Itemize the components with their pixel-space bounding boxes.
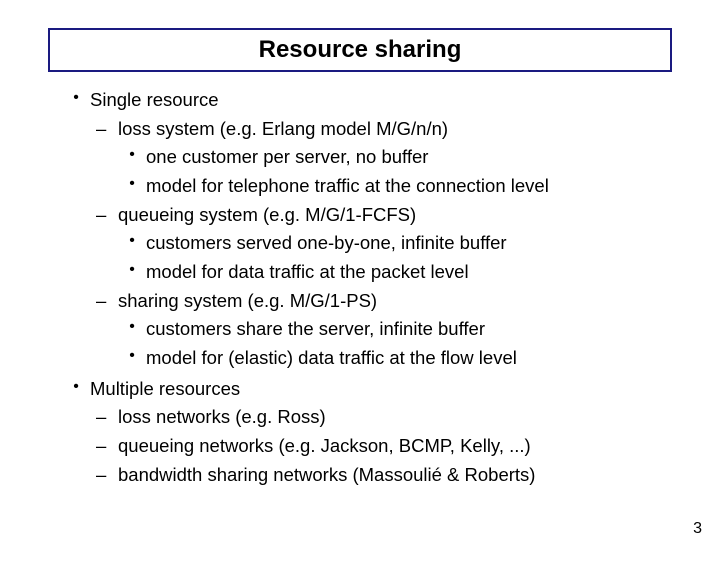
bullet-queueing-system: – queueing system (e.g. M/G/1-FCFS) (90, 201, 720, 230)
bullet-queueing-networks: – queueing networks (e.g. Jackson, BCMP,… (90, 432, 720, 461)
bullet-text: queueing system (e.g. M/G/1-FCFS) (118, 201, 720, 230)
bullet-queueing-system-sub1: • customers served one-by-one, infinite … (118, 229, 720, 258)
bullet-text: Multiple resources (90, 375, 720, 404)
bullet-dot-icon: • (118, 258, 146, 287)
bullet-dash-icon: – (90, 432, 118, 461)
bullet-sharing-system: – sharing system (e.g. M/G/1-PS) (90, 287, 720, 316)
bullet-text: loss system (e.g. Erlang model M/G/n/n) (118, 115, 720, 144)
bullet-dot-icon: • (118, 172, 146, 201)
bullet-dash-icon: – (90, 201, 118, 230)
bullet-dot-icon: • (118, 143, 146, 172)
page-number: 3 (693, 520, 702, 538)
slide-content: • Single resource – loss system (e.g. Er… (62, 86, 720, 489)
bullet-queueing-system-sub2: • model for data traffic at the packet l… (118, 258, 720, 287)
bullet-text: customers served one-by-one, infinite bu… (146, 229, 720, 258)
bullet-dash-icon: – (90, 461, 118, 490)
bullet-loss-networks: – loss networks (e.g. Ross) (90, 403, 720, 432)
bullet-dot-icon: • (62, 375, 90, 404)
bullet-text: customers share the server, infinite buf… (146, 315, 720, 344)
bullet-dot-icon: • (118, 315, 146, 344)
bullet-sharing-system-sub2: • model for (elastic) data traffic at th… (118, 344, 720, 373)
bullet-text: model for telephone traffic at the conne… (146, 172, 720, 201)
bullet-dash-icon: – (90, 287, 118, 316)
bullet-text: one customer per server, no buffer (146, 143, 720, 172)
bullet-text: Single resource (90, 86, 720, 115)
bullet-multiple-resources: • Multiple resources (62, 375, 720, 404)
bullet-text: model for data traffic at the packet lev… (146, 258, 720, 287)
bullet-dash-icon: – (90, 403, 118, 432)
bullet-loss-system-sub1: • one customer per server, no buffer (118, 143, 720, 172)
bullet-dot-icon: • (118, 344, 146, 373)
bullet-bandwidth-sharing: – bandwidth sharing networks (Massoulié … (90, 461, 720, 490)
bullet-sharing-system-sub1: • customers share the server, infinite b… (118, 315, 720, 344)
bullet-dot-icon: • (118, 229, 146, 258)
slide-title-box: Resource sharing (48, 28, 672, 72)
bullet-dash-icon: – (90, 115, 118, 144)
bullet-single-resource: • Single resource (62, 86, 720, 115)
bullet-dot-icon: • (62, 86, 90, 115)
bullet-loss-system-sub2: • model for telephone traffic at the con… (118, 172, 720, 201)
bullet-loss-system: – loss system (e.g. Erlang model M/G/n/n… (90, 115, 720, 144)
bullet-text: bandwidth sharing networks (Massoulié & … (118, 461, 720, 490)
bullet-text: loss networks (e.g. Ross) (118, 403, 720, 432)
bullet-text: queueing networks (e.g. Jackson, BCMP, K… (118, 432, 720, 461)
slide-title: Resource sharing (259, 36, 462, 63)
bullet-text: model for (elastic) data traffic at the … (146, 344, 720, 373)
bullet-text: sharing system (e.g. M/G/1-PS) (118, 287, 720, 316)
